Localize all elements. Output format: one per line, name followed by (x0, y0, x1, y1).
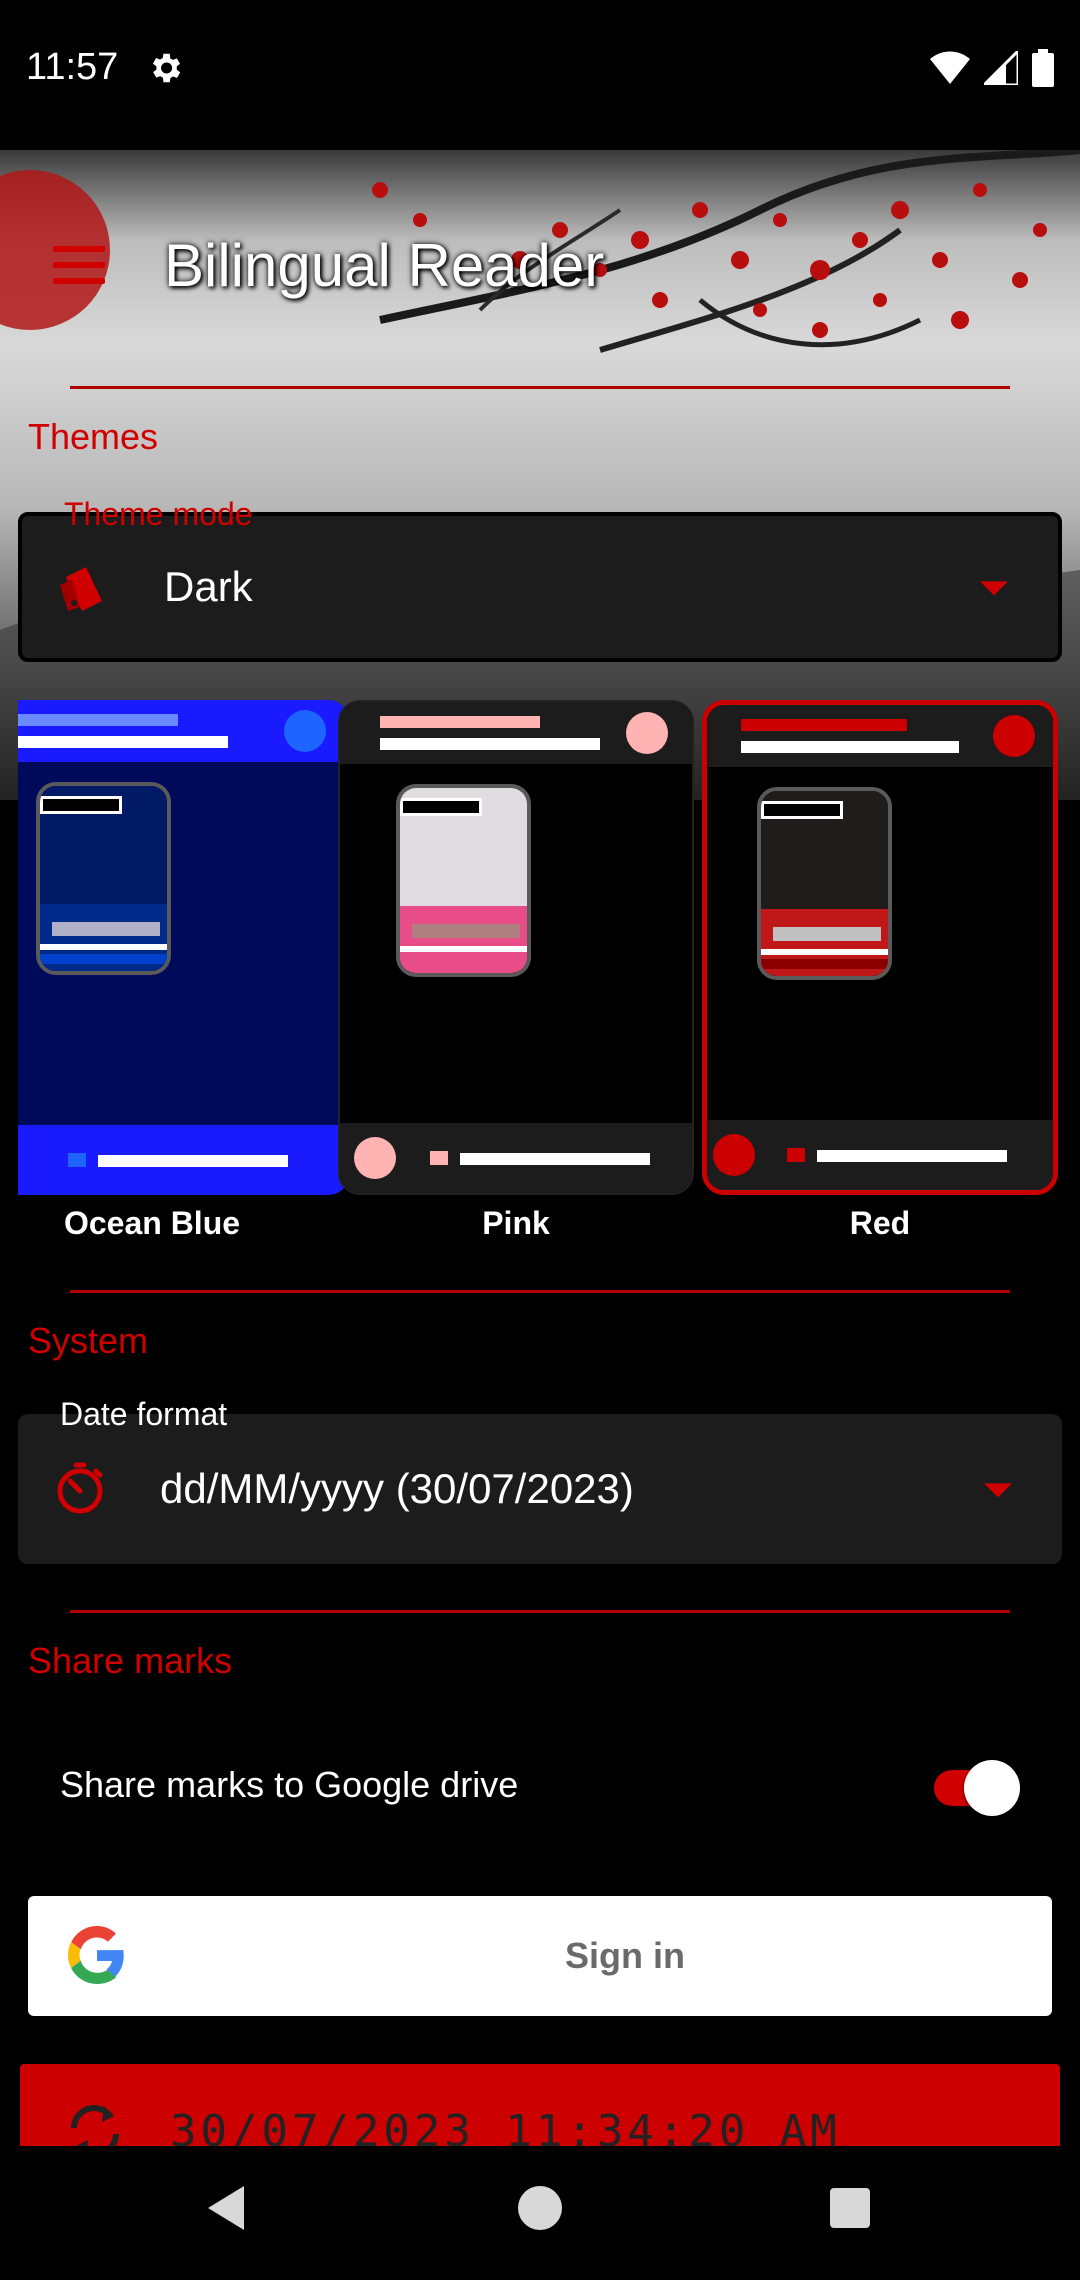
section-title-system: System (28, 1320, 149, 1361)
system-navigation-bar (0, 2146, 1080, 2280)
theme-card-ocean-blue[interactable] (18, 700, 350, 1195)
share-marks-row: Share marks to Google drive (60, 1745, 1020, 1825)
google-sign-in-button[interactable]: Sign in (28, 1896, 1052, 2016)
theme-card-label: Pink (482, 1205, 550, 1240)
status-bar: 11:57 (0, 0, 1080, 135)
battery-icon (1032, 48, 1054, 87)
sign-in-label: Sign in (565, 1935, 685, 1976)
section-title-themes: Themes (28, 416, 159, 457)
last-sync-bar[interactable]: 30/07/2023 11:34:20 AM (20, 2064, 1060, 2154)
hamburger-icon (53, 262, 105, 268)
app-title: Bilingual Reader (164, 231, 605, 299)
theme-cards-row: Ocean Blue Pink Red (18, 700, 1062, 1240)
status-time: 11:57 (26, 46, 119, 88)
section-divider (70, 386, 1010, 389)
theme-card-red[interactable] (702, 700, 1058, 1195)
back-icon[interactable] (208, 2186, 244, 2230)
timer-icon (57, 1462, 103, 1514)
theme-card-label: Ocean Blue (63, 1205, 241, 1240)
theme-card-label: Red (849, 1205, 911, 1240)
dropdown-arrow-icon (984, 1483, 1012, 1498)
recents-icon[interactable] (830, 2188, 870, 2228)
menu-button[interactable] (24, 210, 134, 320)
share-marks-toggle-label: Share marks to Google drive (60, 1764, 519, 1805)
hamburger-icon (53, 246, 105, 252)
share-marks-toggle[interactable] (930, 1760, 1020, 1816)
theme-mode-label: Theme mode (64, 496, 253, 532)
date-format-label: Date format (60, 1396, 228, 1432)
section-title-share-marks: Share marks (28, 1640, 233, 1681)
theme-mode-dropdown[interactable]: Theme mode Dark (18, 496, 1062, 662)
app-bar: Bilingual Reader (0, 190, 1080, 340)
device-screen: 11:57 Bilingual Reader Themes Theme mode… (0, 0, 1080, 2280)
theme-card-pink[interactable] (338, 700, 694, 1195)
palette-icon (60, 567, 102, 611)
google-logo-icon (68, 1926, 124, 1984)
theme-mode-value: Dark (164, 563, 253, 610)
hamburger-icon (53, 278, 105, 284)
cell-signal-icon (984, 50, 1018, 85)
date-format-dropdown[interactable]: Date format dd/MM/yyyy (30/07/2023) (18, 1396, 1062, 1564)
dropdown-arrow-icon (980, 581, 1008, 596)
home-icon[interactable] (518, 2186, 562, 2230)
wifi-icon (930, 51, 970, 84)
sync-icon (71, 2105, 119, 2154)
gear-icon (153, 53, 181, 82)
section-divider (70, 1290, 1010, 1293)
date-format-value: dd/MM/yyyy (30/07/2023) (160, 1465, 634, 1512)
section-divider (70, 1610, 1010, 1613)
